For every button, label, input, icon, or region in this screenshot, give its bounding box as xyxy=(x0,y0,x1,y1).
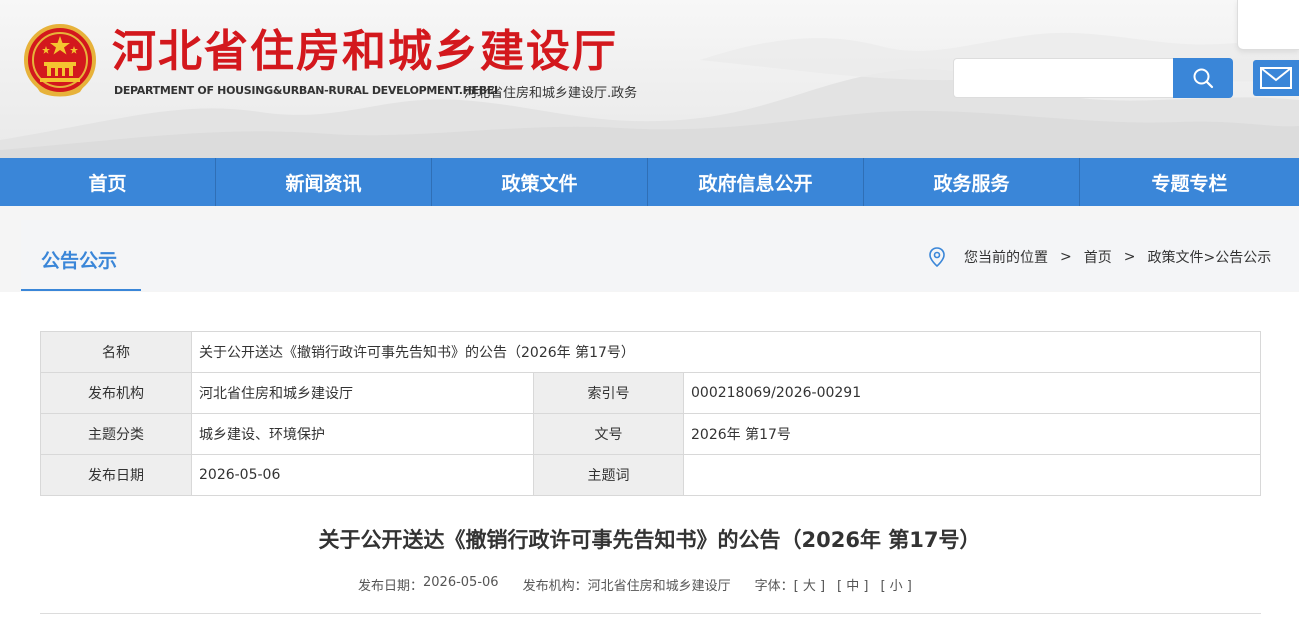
table-row: 名称 关于公开送达《撤销行政许可事先告知书》的公告（2026年 第17号） xyxy=(40,331,1261,373)
index-label: 索引号 xyxy=(533,372,684,414)
keyword-value xyxy=(683,454,1261,496)
search-button[interactable] xyxy=(1173,58,1233,98)
keyword-label: 主题词 xyxy=(533,454,684,496)
site-subtitle: 河北省住房和城乡建设厅.政务 xyxy=(464,86,638,101)
breadcrumb-separator: > xyxy=(1123,249,1136,265)
font-size-large-button[interactable]: [ 大 ] xyxy=(794,575,825,594)
article-meta: 发布日期： 2026-05-06 发布机构： 河北省住房和城乡建设厅 字体： [… xyxy=(358,575,912,594)
column-title-underline xyxy=(21,289,141,291)
date-label: 发布日期 xyxy=(40,454,192,496)
issuer-value: 河北省住房和城乡建设厅 xyxy=(191,372,534,414)
document-info-table: 名称 关于公开送达《撤销行政许可事先告知书》的公告（2026年 第17号） 发布… xyxy=(40,331,1261,496)
meta-date-label: 发布日期： xyxy=(358,579,424,594)
location-pin-icon xyxy=(929,247,945,267)
search-input[interactable] xyxy=(953,58,1174,98)
breadcrumb-home-link[interactable]: 首页 xyxy=(1084,247,1112,267)
top-utility-box[interactable] xyxy=(1237,0,1299,50)
nav-item-services[interactable]: 政务服务 xyxy=(864,158,1080,206)
date-value: 2026-05-06 xyxy=(191,454,534,496)
meta-issuer-value: 河北省住房和城乡建设厅 xyxy=(587,579,731,594)
doc-number-label: 文号 xyxy=(533,413,684,455)
meta-font-label: 字体： xyxy=(754,579,794,594)
breadcrumb: 您当前的位置 > 首页 > 政策文件>公告公示 xyxy=(928,246,1271,268)
breadcrumb-path-link[interactable]: 政策文件>公告公示 xyxy=(1147,247,1271,267)
doc-number-value: 2026年 第17号 xyxy=(683,413,1261,455)
issuer-label: 发布机构 xyxy=(40,372,192,414)
breadcrumb-prefix: 您当前的位置 xyxy=(964,250,1048,266)
name-label: 名称 xyxy=(40,331,192,373)
font-size-medium-button[interactable]: [ 中 ] xyxy=(837,575,868,594)
column-title[interactable]: 公告公示 xyxy=(41,246,117,273)
font-size-small-button[interactable]: [ 小 ] xyxy=(880,575,911,594)
content-divider xyxy=(40,613,1261,614)
mail-icon xyxy=(1260,67,1292,89)
index-value: 000218069/2026-00291 xyxy=(683,372,1261,414)
nav-item-news[interactable]: 新闻资讯 xyxy=(216,158,432,206)
site-header: 河北省住房和城乡建设厅 DEPARTMENT OF HOUSING&URBAN-… xyxy=(0,0,1299,158)
meta-date-value: 2026-05-06 xyxy=(423,575,499,590)
mail-button[interactable] xyxy=(1253,60,1299,96)
nav-item-home[interactable]: 首页 xyxy=(0,158,216,206)
search-icon xyxy=(1193,68,1214,89)
main-nav: 首页 新闻资讯 政策文件 政府信息公开 政务服务 专题专栏 xyxy=(0,158,1299,206)
breadcrumb-separator: > xyxy=(1060,249,1072,265)
article-title: 关于公开送达《撤销行政许可事先告知书》的公告（2026年 第17号） xyxy=(318,528,981,552)
nav-item-info-disclosure[interactable]: 政府信息公开 xyxy=(648,158,864,206)
nav-item-policy[interactable]: 政策文件 xyxy=(432,158,648,206)
table-row: 发布日期 2026-05-06 主题词 xyxy=(40,454,1261,496)
nav-item-topics[interactable]: 专题专栏 xyxy=(1080,158,1299,206)
table-row: 发布机构 河北省住房和城乡建设厅 索引号 000218069/2026-0029… xyxy=(40,372,1261,414)
meta-issuer-label: 发布机构： xyxy=(522,579,588,594)
table-row: 主题分类 城乡建设、环境保护 文号 2026年 第17号 xyxy=(40,413,1261,455)
site-title: 河北省住房和城乡建设厅 xyxy=(112,26,618,77)
national-emblem-icon xyxy=(24,24,96,97)
topic-label: 主题分类 xyxy=(40,413,192,455)
topic-value: 城乡建设、环境保护 xyxy=(191,413,534,455)
site-title-english: DEPARTMENT OF HOUSING&URBAN-RURAL DEVELO… xyxy=(114,84,498,97)
name-value: 关于公开送达《撤销行政许可事先告知书》的公告（2026年 第17号） xyxy=(191,331,1261,373)
